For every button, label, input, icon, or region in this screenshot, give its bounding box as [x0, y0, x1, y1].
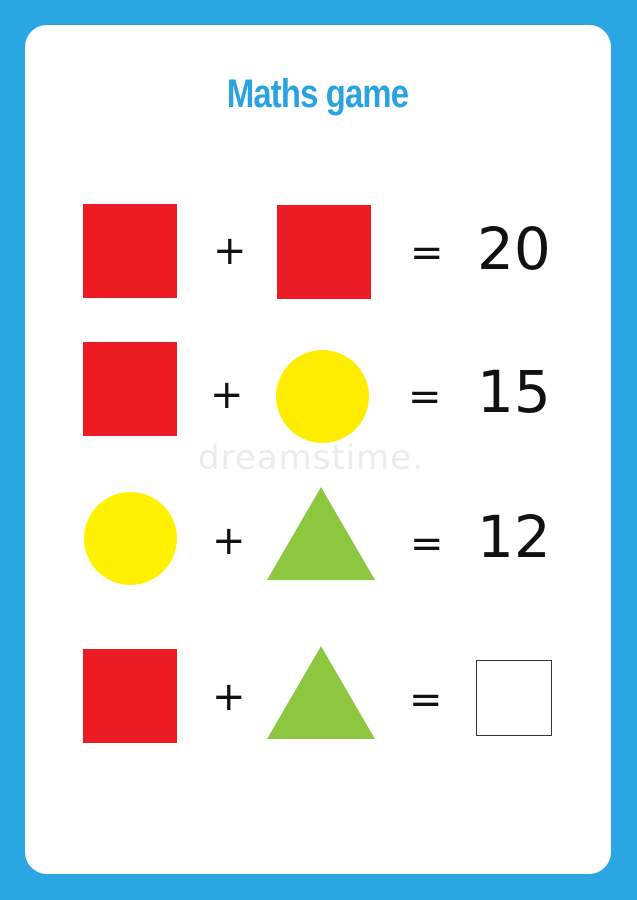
answer-box[interactable]: [476, 660, 552, 736]
result-value: 15: [477, 358, 551, 426]
equals-sign: =: [408, 374, 442, 420]
green-triangle-shape: [267, 487, 375, 580]
yellow-circle-shape: [84, 492, 177, 585]
red-square-shape: [277, 205, 371, 299]
plus-sign: +: [212, 674, 246, 720]
yellow-circle-shape: [276, 350, 369, 443]
equals-sign: =: [410, 521, 444, 567]
result-value: 12: [477, 503, 551, 571]
plus-sign: +: [212, 518, 246, 564]
red-square-shape: [83, 649, 177, 743]
equals-sign: =: [409, 677, 443, 723]
page-title: Maths game: [226, 72, 409, 116]
watermark: dreamstime.: [198, 438, 425, 478]
plus-sign: +: [213, 228, 247, 274]
red-square-shape: [83, 342, 177, 436]
result-value: 20: [477, 215, 551, 283]
green-triangle-shape: [267, 646, 375, 739]
plus-sign: +: [210, 372, 244, 418]
equals-sign: =: [410, 230, 444, 276]
red-square-shape: [83, 204, 177, 298]
